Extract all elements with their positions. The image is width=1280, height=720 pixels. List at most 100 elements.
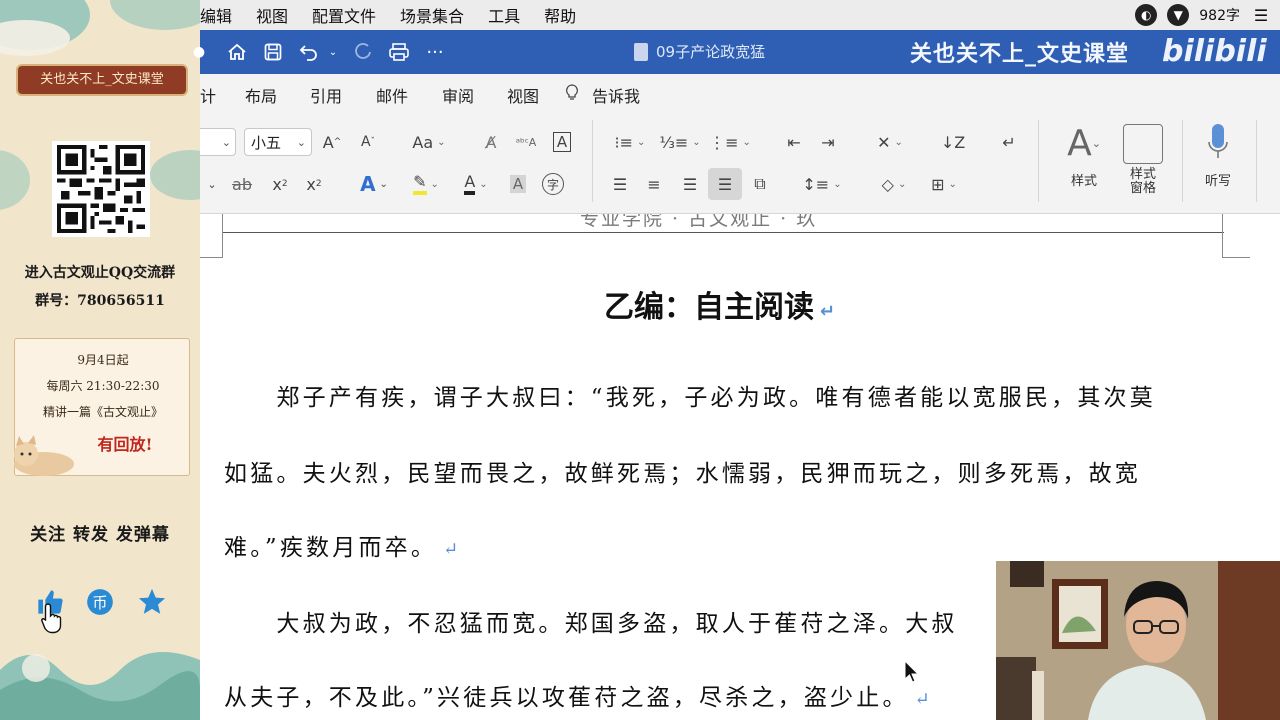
styles-pane-icon — [1123, 124, 1163, 164]
decor-waves-icon — [0, 652, 200, 720]
save-icon[interactable] — [260, 40, 286, 64]
tab-references[interactable]: 引用 — [310, 83, 342, 107]
chevron-down-icon: ⌄ — [296, 135, 306, 149]
stream-sidebar-overlay: 关也关不上_文史课堂 进入古文观止QQ交流群 群号：780656511 9月4日… — [0, 0, 200, 720]
chevron-down-icon[interactable]: ⌄ — [200, 170, 224, 198]
decor-cloud — [150, 150, 200, 200]
shield-icon[interactable]: ▼ — [1167, 4, 1190, 26]
multilevel-list-icon[interactable]: ⋮≡ ⌄ — [708, 128, 752, 156]
decor-cloud — [0, 150, 30, 210]
webcam-overlay — [996, 561, 1280, 720]
undo-icon[interactable] — [296, 40, 322, 64]
bilibili-logo: bilibili — [1162, 34, 1267, 69]
shading-icon[interactable]: ◇ ⌄ — [872, 170, 916, 198]
document-file-icon — [634, 42, 648, 61]
strikethrough-icon[interactable]: ab — [228, 170, 256, 198]
ribbon-separator — [1182, 120, 1183, 202]
dictate-button[interactable]: 听写 — [1196, 120, 1240, 189]
phonetic-guide-icon[interactable]: ᵃᵇᶜA — [512, 128, 540, 156]
line-spacing-icon[interactable]: ↕≡ ⌄ — [800, 170, 844, 198]
character-border-icon[interactable]: A — [550, 128, 574, 156]
borders-icon[interactable]: ⊞ ⌄ — [922, 170, 966, 198]
more-icon[interactable]: ··· — [422, 40, 448, 64]
tab-view[interactable]: 视图 — [507, 83, 539, 107]
superscript-icon[interactable]: x2 — [302, 170, 326, 198]
crop-mark — [1222, 257, 1250, 258]
home-icon[interactable] — [224, 40, 250, 64]
increase-indent-icon[interactable]: ⇥ — [814, 128, 842, 156]
crop-mark — [1222, 214, 1223, 258]
qq-group-text: 进入古文观止QQ交流群 — [24, 265, 176, 281]
align-right-icon[interactable]: ☰ — [676, 170, 704, 198]
enclose-character-icon[interactable]: 字 — [540, 170, 566, 198]
styles-button[interactable]: A ⌄ 样式 — [1056, 120, 1112, 190]
text-direction-icon[interactable]: ✕ ⌄ — [868, 128, 912, 156]
menu-view[interactable]: 视图 — [256, 3, 288, 27]
coin-icon[interactable]: 币 — [84, 586, 116, 618]
word-count: 982字 — [1199, 8, 1240, 24]
distributed-icon[interactable]: ⧉ — [746, 170, 774, 198]
decrease-indent-icon[interactable]: ⇤ — [780, 128, 808, 156]
styles-icon: A ⌄ — [1067, 122, 1101, 164]
tab-design[interactable]: 计 — [200, 83, 216, 107]
menu-tools[interactable]: 工具 — [488, 3, 520, 27]
redo-icon[interactable] — [350, 40, 376, 64]
menu-edit[interactable]: 编辑 — [200, 3, 232, 27]
align-center-icon[interactable]: ≡ — [640, 170, 668, 198]
list-icon[interactable]: ☰ — [1250, 4, 1272, 26]
menu-profile[interactable]: 配置文件 — [312, 3, 376, 27]
tab-review[interactable]: 审阅 — [442, 83, 474, 107]
app-menubar: 编辑 视图 配置文件 场景集合 工具 帮助 ◐ ▼ 982字 ☰ — [200, 0, 1280, 30]
print-icon[interactable] — [386, 40, 412, 64]
favorite-icon[interactable] — [136, 586, 168, 618]
ribbon-separator — [1256, 120, 1257, 202]
paragraph-mark: ↵ — [914, 689, 930, 710]
numbering-icon[interactable]: ⅓≡ ⌄ — [658, 128, 702, 156]
svg-text:币: 币 — [92, 594, 107, 612]
text-line: 从夫子，不及此。”兴徒兵以攻萑苻之盗，尽杀之，盗少止。 — [224, 685, 909, 711]
text-effects-icon[interactable]: A ⌄ — [352, 170, 396, 198]
tab-mailings[interactable]: 邮件 — [376, 83, 408, 107]
shrink-font-icon[interactable]: Aˇ — [356, 128, 380, 156]
undo-dropdown-icon[interactable]: ⌄ — [320, 40, 346, 64]
notice-replay: 有回放! — [97, 435, 153, 454]
grow-font-icon[interactable]: A ^ — [320, 128, 344, 156]
mouse-pointer-icon — [904, 660, 920, 683]
paragraph-mark-icon[interactable]: ↵ — [994, 128, 1024, 156]
align-left-icon[interactable]: ☰ — [606, 170, 634, 198]
microphone-icon — [1207, 122, 1229, 166]
clear-format-icon[interactable]: A̸ — [478, 128, 504, 156]
window-button-icon[interactable]: ● — [186, 40, 212, 64]
sort-icon[interactable]: ↓Z — [938, 128, 968, 156]
highlight-icon[interactable]: ✎ ⌄ — [404, 170, 448, 198]
character-shading-icon[interactable]: A — [506, 170, 530, 198]
font-size-select[interactable]: 小五 ⌄ — [244, 128, 312, 156]
crop-mark — [200, 257, 222, 258]
change-case-icon[interactable]: Aa ⌄ — [408, 128, 450, 156]
menu-help[interactable]: 帮助 — [544, 3, 576, 27]
section-heading: 乙编：自主阅读 ↵ — [604, 282, 835, 326]
text-line: 大叔为政，不忍猛而宽。郑国多盗，取人于萑苻之泽。大叔 — [224, 611, 958, 637]
subscript-icon[interactable]: x2 — [268, 170, 292, 198]
justify-icon[interactable]: ☰ — [708, 168, 742, 200]
bullets-icon[interactable]: ⁝≡ ⌄ — [608, 128, 652, 156]
paragraph-mark: ↵ — [820, 301, 836, 322]
section-heading-text: 乙编：自主阅读 — [604, 290, 814, 325]
styles-pane-button[interactable]: 样式 窗格 — [1118, 120, 1168, 196]
channel-banner: 关也关不上_文史课堂 — [16, 64, 188, 96]
call-to-action: 关注 转发 发弹幕 — [30, 525, 170, 545]
presenter-video-icon — [996, 561, 1280, 720]
tab-tell-me[interactable]: 告诉我 — [592, 83, 640, 107]
notice-time: 每周六 21:30-22:30 — [46, 379, 160, 393]
qr-code-icon — [57, 145, 145, 233]
support-actions: 币 — [0, 586, 200, 620]
font-family-select[interactable]: ⌄ — [200, 128, 236, 156]
header-rule — [222, 232, 1224, 233]
menu-scene-collection[interactable]: 场景集合 — [400, 3, 464, 27]
dictate-label: 听写 — [1204, 174, 1231, 189]
styles-label: 样式 — [1070, 174, 1097, 189]
obs-icon[interactable]: ◐ — [1135, 4, 1158, 26]
font-color-icon[interactable]: A ⌄ — [454, 170, 498, 198]
tab-layout[interactable]: 布局 — [245, 83, 277, 107]
cat-illustration-icon — [14, 435, 74, 476]
